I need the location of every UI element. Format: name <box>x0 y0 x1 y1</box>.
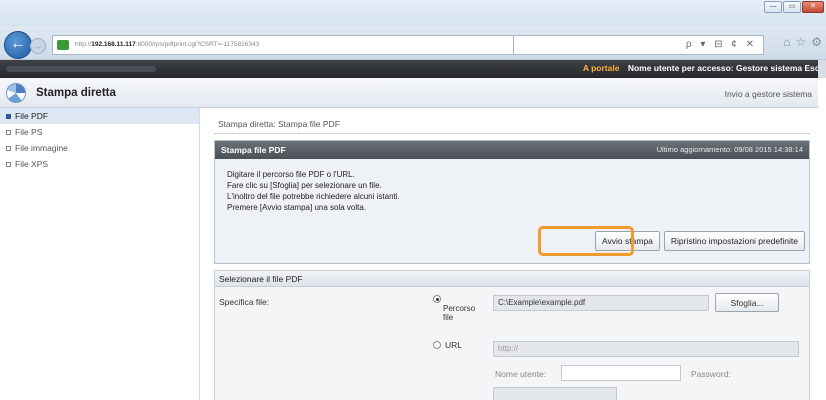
breadcrumb: Stampa diretta: Stampa file PDF <box>218 119 340 129</box>
direct-print-icon <box>6 83 26 103</box>
sidebar-item-xps[interactable]: File XPS <box>0 156 199 172</box>
sidebar-item-image[interactable]: File immagine <box>0 140 199 156</box>
highlight-frame <box>538 226 634 256</box>
username-label: Nome utente: <box>495 369 547 379</box>
bullet-icon <box>6 146 11 152</box>
url-prefix: http:// <box>75 41 92 48</box>
back-arrow-icon[interactable]: ← <box>4 31 32 59</box>
select-file-section: Selezionare il file PDF Specifica file: … <box>214 270 810 400</box>
file-spec-label: Specifica file: <box>219 297 270 307</box>
section-header: Selezionare il file PDF <box>215 271 809 287</box>
instructions: Digitare il percorso file PDF o l'URL. F… <box>227 169 400 213</box>
url-radio-label: URL <box>445 340 463 350</box>
portal-link[interactable]: A portale <box>583 63 620 73</box>
panel-header: Stampa file PDF Ultimo aggiornamento: 09… <box>215 141 809 159</box>
page-header: Stampa diretta Invio a gestore sistema <box>0 78 818 108</box>
url-path: :8000/rps/pdfprint.cgi?CSRT=-1175816343 <box>135 41 260 48</box>
window-controls: — ▭ ✕ <box>764 1 824 13</box>
password-input[interactable] <box>493 387 617 400</box>
instruction-line: L'inoltro del file potrebbe richiedere a… <box>227 192 400 201</box>
print-pdf-panel: Stampa file PDF Ultimo aggiornamento: 09… <box>214 140 810 264</box>
close-window-button[interactable]: ✕ <box>802 1 824 13</box>
restore-defaults-button[interactable]: Ripristino impostazioni predefinite <box>663 231 805 251</box>
browse-button[interactable]: Sfoglia... <box>715 293 779 312</box>
topbar-links: A portale Nome utente per accesso: Gesto… <box>583 63 822 73</box>
browser-titlebar: — ▭ ✕ <box>0 0 826 26</box>
last-updated: Ultimo aggiornamento: 09/08 2015 14:38:1… <box>656 145 803 154</box>
send-to-admin-link[interactable]: Invio a gestore sistema <box>725 89 812 99</box>
url-host: 192.168.11.117 <box>91 41 136 48</box>
address-bar-tools: ρ ▾ ⊟ ¢ ✕ <box>514 35 764 55</box>
browser-tool-icons: ⌂ ☆ ⚙ <box>783 35 822 49</box>
page-title: Stampa diretta <box>36 87 116 99</box>
sidebar-item-label: File PS <box>15 127 43 137</box>
bullet-icon <box>6 114 11 120</box>
panel-title: Stampa file PDF <box>221 145 286 155</box>
username-input[interactable] <box>561 365 681 381</box>
instruction-line: Fare clic su [Sfoglia] per selezionare u… <box>227 181 382 190</box>
address-bar[interactable]: http://192.168.11.117:8000/rps/pdfprint.… <box>52 35 514 55</box>
home-icon[interactable]: ⌂ <box>783 35 790 49</box>
browser-toolbar: ← → http://192.168.11.117:8000/rps/pdfpr… <box>0 26 826 60</box>
sidebar: File PDF File PS File immagine File XPS <box>0 108 200 400</box>
app-topbar: A portale Nome utente per accesso: Gesto… <box>0 60 826 78</box>
bullet-icon <box>6 130 11 136</box>
path-radio[interactable] <box>433 295 441 303</box>
favorites-star-icon[interactable]: ☆ <box>795 35 806 49</box>
settings-gear-icon[interactable]: ⚙ <box>811 35 822 49</box>
file-spec-row: Specifica file: Percorso file C:\Example… <box>215 287 809 400</box>
forward-arrow-icon[interactable]: → <box>30 38 46 54</box>
address-bar-icons[interactable]: ρ ▾ ⊟ ¢ ✕ <box>686 39 757 50</box>
instruction-line: Premere [Avvio stampa] una sola volta. <box>227 203 367 212</box>
user-info-logout[interactable]: Nome utente per accesso: Gestore sistema… <box>628 63 822 73</box>
path-radio-label: Percorso file <box>443 304 476 322</box>
minimize-button[interactable]: — <box>764 1 782 13</box>
sidebar-item-label: File PDF <box>15 111 49 121</box>
site-favicon-icon <box>57 40 69 50</box>
divider <box>214 133 810 134</box>
instruction-line: Digitare il percorso file PDF o l'URL. <box>227 170 355 179</box>
scrollbar[interactable] <box>818 60 826 78</box>
bullet-icon <box>6 162 11 168</box>
sidebar-item-pdf[interactable]: File PDF <box>0 108 199 124</box>
main-content: Stampa diretta: Stampa file PDF Stampa f… <box>200 108 818 400</box>
sidebar-item-label: File immagine <box>15 143 68 153</box>
device-name-blurred <box>6 66 156 72</box>
file-path-input[interactable]: C:\Example\example.pdf <box>493 295 709 311</box>
sidebar-item-ps[interactable]: File PS <box>0 124 199 140</box>
sidebar-item-label: File XPS <box>15 159 49 169</box>
maximize-button[interactable]: ▭ <box>783 1 801 13</box>
url-input[interactable]: http:// <box>493 341 799 357</box>
url-radio[interactable] <box>433 341 441 349</box>
password-label: Password: <box>691 369 731 379</box>
